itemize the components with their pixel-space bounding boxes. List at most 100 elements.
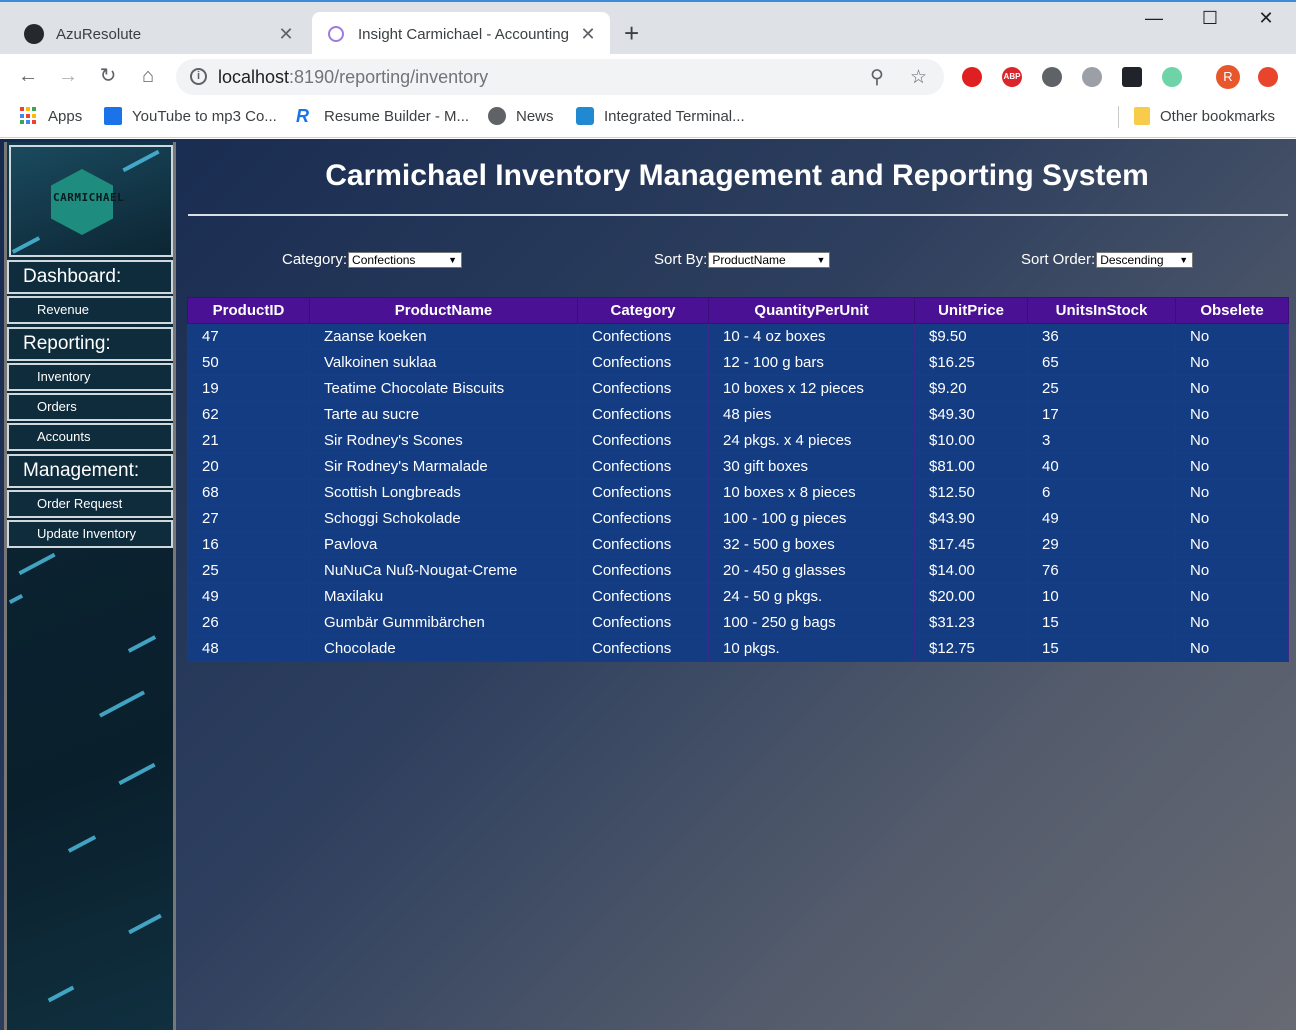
bookmark-ytmp3[interactable]: YouTube to mp3 Co... (104, 107, 277, 125)
sidebar-item-inventory[interactable]: Inventory (7, 363, 173, 391)
sidebar-item-orders[interactable]: Orders (7, 393, 173, 421)
table-header: ProductID ProductName Category QuantityPerU… (187, 297, 1289, 324)
table-cell: Confections (577, 375, 709, 402)
address-bar[interactable]: i localhost:8190/reporting/inventory ⚲ ☆ (176, 59, 944, 95)
table-row: 48 Chocolade Confections 10 pkgs. $12.75 15 No (187, 635, 1289, 662)
table-cell: 36 (1027, 323, 1176, 350)
table-cell: Scottish Longbreads (309, 479, 578, 506)
target-extension-icon[interactable] (1162, 67, 1182, 87)
bookmark-label: Apps (48, 107, 83, 125)
sortorder-value: Descending (1100, 252, 1164, 267)
react-devtools-icon[interactable] (1122, 67, 1142, 87)
table-cell: Confections (577, 453, 709, 480)
sortorder-label: Sort Order: (1021, 251, 1096, 268)
decorative-streak (128, 913, 162, 935)
table-header-row: ProductID ProductName Category QuantityPerU… (187, 297, 1289, 324)
sidebar-item-order-request[interactable]: Order Request (7, 490, 173, 518)
category-label: Category: (282, 251, 348, 268)
bookmark-label: Integrated Terminal... (604, 107, 745, 125)
url-text[interactable]: localhost:8190/reporting/inventory (218, 67, 488, 88)
column-header[interactable]: QuantityPerUnit (708, 297, 915, 324)
circle-extension-icon[interactable] (1082, 67, 1102, 87)
adblock-extension-icon[interactable]: ABP (1002, 67, 1022, 87)
sidebar-item-revenue[interactable]: Revenue (7, 296, 173, 324)
table-cell: $12.50 (914, 479, 1028, 506)
minimize-icon[interactable]: — (1134, 8, 1174, 29)
app-favicon-icon (326, 24, 346, 44)
table-cell: Schoggi Schokolade (309, 505, 578, 532)
decorative-streak (127, 635, 157, 653)
maximize-icon[interactable]: ☐ (1190, 8, 1230, 29)
table-cell: 25 (187, 557, 310, 584)
column-header[interactable]: UnitPrice (914, 297, 1028, 324)
table-cell: Confections (577, 349, 709, 376)
stop-hand-extension-icon[interactable] (962, 67, 982, 87)
table-cell: Chocolade (309, 635, 578, 662)
tab-azuresolute[interactable]: AzuResolute ✕ (8, 12, 308, 56)
column-header[interactable]: Obselete (1175, 297, 1289, 324)
zoom-icon[interactable]: ⚲ (870, 66, 884, 89)
table-cell: $17.45 (914, 531, 1028, 558)
sync-extension-icon[interactable] (1042, 67, 1062, 87)
table-cell: No (1175, 349, 1289, 376)
column-header[interactable]: ProductID (187, 297, 310, 324)
table-cell: 30 gift boxes (708, 453, 915, 480)
close-tab-icon[interactable]: ✕ (574, 24, 602, 45)
table-cell: 20 (187, 453, 310, 480)
table-cell: 76 (1027, 557, 1176, 584)
category-value: Confections (352, 252, 416, 267)
bookmarks-bar: Apps YouTube to mp3 Co... R Resume Build… (0, 98, 1296, 138)
decorative-streak (98, 690, 146, 718)
table-cell: 16 (187, 531, 310, 558)
table-cell: 49 (1027, 505, 1176, 532)
bookmark-terminal[interactable]: Integrated Terminal... (576, 107, 745, 125)
sidebar-item-accounts[interactable]: Accounts (7, 423, 173, 451)
update-icon[interactable] (1258, 67, 1278, 87)
sidebar-item-update-inventory[interactable]: Update Inventory (7, 520, 173, 548)
table-cell: Confections (577, 479, 709, 506)
info-icon[interactable]: i (190, 68, 207, 85)
new-tab-icon[interactable]: + (624, 20, 639, 46)
forward-icon[interactable]: → (56, 64, 80, 88)
sortby-select[interactable]: ProductName ▼ (708, 251, 831, 268)
table-cell: Confections (577, 583, 709, 610)
table-row: 68 Scottish Longbreads Confections 10 boxes… (187, 479, 1289, 506)
logo-text: CARMICHAEL (53, 191, 125, 204)
table-cell: No (1175, 427, 1289, 454)
column-header[interactable]: UnitsInStock (1027, 297, 1176, 324)
bookmark-news[interactable]: News (488, 107, 554, 125)
bookmark-resume[interactable]: R Resume Builder - M... (296, 107, 469, 125)
table-cell: Zaanse koeken (309, 323, 578, 350)
back-icon[interactable]: ← (16, 64, 40, 88)
bookmark-label: Resume Builder - M... (324, 107, 470, 125)
profile-avatar[interactable]: R (1216, 65, 1240, 89)
column-header[interactable]: Category (577, 297, 709, 324)
other-bookmarks[interactable]: Other bookmarks (1134, 107, 1275, 125)
close-tab-icon[interactable]: ✕ (272, 24, 300, 45)
reload-icon[interactable]: ↻ (96, 64, 120, 88)
decorative-streak (18, 552, 56, 576)
table-cell: Confections (577, 401, 709, 428)
table-cell: $81.00 (914, 453, 1028, 480)
table-cell: $9.50 (914, 323, 1028, 350)
table-cell: Confections (577, 427, 709, 454)
table-cell: Confections (577, 531, 709, 558)
column-header[interactable]: ProductName (309, 297, 578, 324)
home-icon[interactable]: ⌂ (136, 64, 160, 88)
decorative-streak (67, 835, 97, 853)
sortby-label: Sort By: (654, 251, 708, 268)
sortorder-select[interactable]: Descending ▼ (1096, 251, 1194, 268)
tab-insight-carmichael[interactable]: Insight Carmichael - Accounting ✕ (312, 12, 610, 56)
star-icon[interactable]: ☆ (910, 66, 927, 89)
table-cell: $12.75 (914, 635, 1028, 662)
sortby-filter: Sort By: ProductName ▼ (654, 251, 831, 268)
table-cell: Pavlova (309, 531, 578, 558)
table-cell: Valkoinen suklaa (309, 349, 578, 376)
table-cell: Sir Rodney's Marmalade (309, 453, 578, 480)
category-select[interactable]: Confections ▼ (348, 251, 463, 268)
table-cell: No (1175, 323, 1289, 350)
table-cell: 62 (187, 401, 310, 428)
close-window-icon[interactable]: ✕ (1246, 8, 1286, 29)
tab-strip: AzuResolute ✕ Insight Carmichael - Accou… (0, 0, 1296, 56)
bookmark-apps[interactable]: Apps (20, 107, 82, 125)
